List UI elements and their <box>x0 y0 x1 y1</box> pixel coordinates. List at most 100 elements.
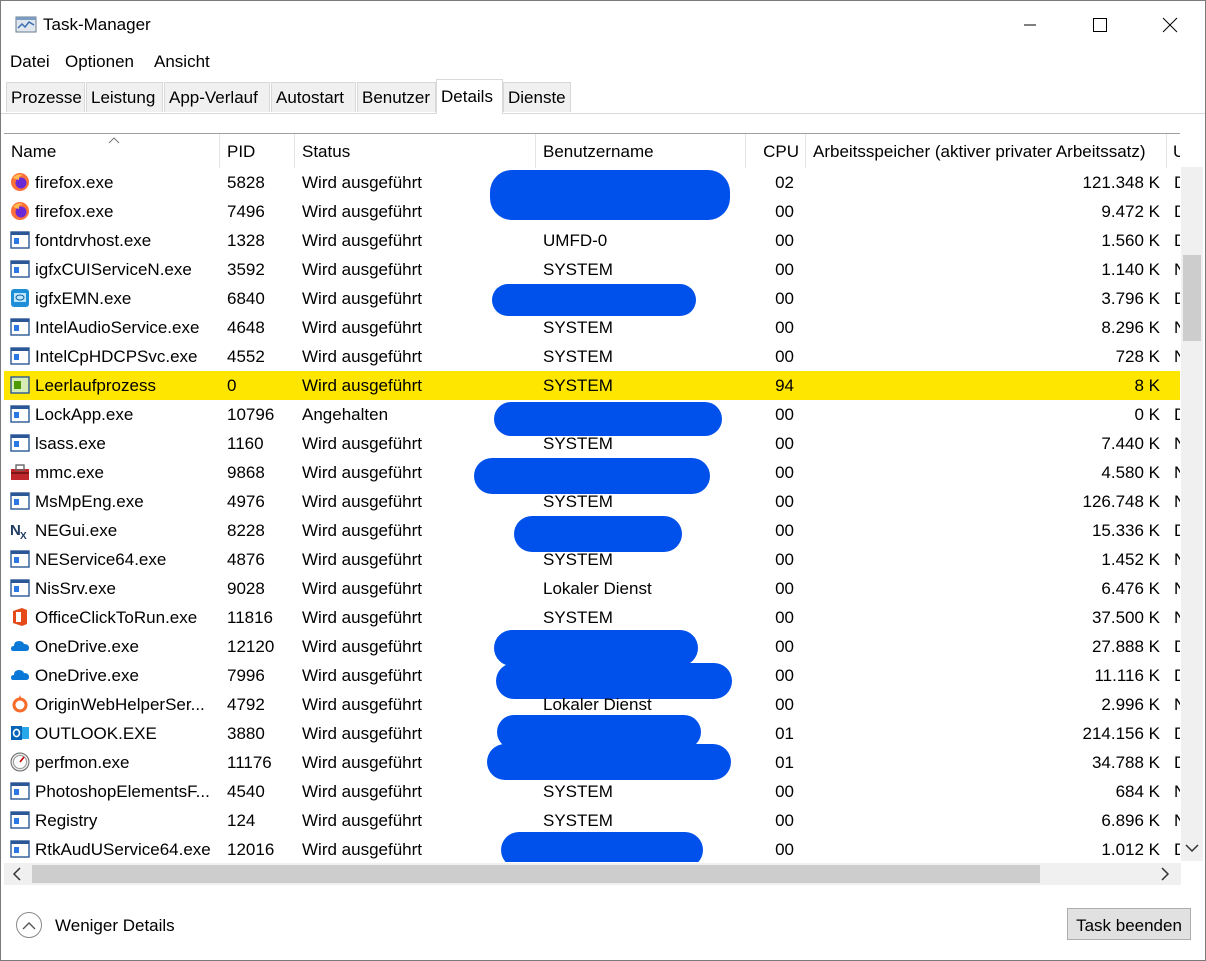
cell-cpu: 00 <box>775 811 794 830</box>
cell-extra: N <box>1174 690 1180 719</box>
menu-datei[interactable]: Datei <box>10 52 50 72</box>
cell-pid: 11176 <box>227 753 272 772</box>
cell-status: Wird ausgeführt <box>302 695 422 714</box>
maximize-icon <box>1093 18 1107 32</box>
fewer-details-link[interactable]: Weniger Details <box>55 916 175 936</box>
cell-extra: N <box>1174 545 1180 574</box>
cell-extra: D <box>1174 661 1180 690</box>
cell-pid: 3592 <box>227 260 265 279</box>
table-row[interactable]: OfficeClickToRun.exe 11816 Wird ausgeführt… <box>4 603 1180 632</box>
table-row[interactable]: MsMpEng.exe 4976 Wird ausgeführt SYSTEM 00 12… <box>4 487 1180 516</box>
table-row[interactable]: Registry 124 Wird ausgeführt SYSTEM 00 6.896 … <box>4 806 1180 835</box>
tab-app-verlauf[interactable]: App-Verlauf <box>164 82 270 112</box>
horizontal-scroll-thumb[interactable] <box>32 865 1040 883</box>
vertical-scrollbar[interactable] <box>1181 167 1203 861</box>
cell-user: SYSTEM <box>543 260 613 279</box>
process-table: Name PID Status Benutzername CPU Arbeits… <box>4 133 1180 862</box>
table-row[interactable]: Leerlaufprozess 0 Wird ausgeführt SYSTEM 94 8… <box>4 371 1180 400</box>
office-icon <box>13 608 27 626</box>
table-row[interactable]: IntelCpHDCPSvc.exe 4552 Wird ausgeführt SYS… <box>4 342 1180 371</box>
table-row[interactable]: NEService64.exe 4876 Wird ausgeführt SYSTEM… <box>4 545 1180 574</box>
menu-optionen[interactable]: Optionen <box>65 52 134 72</box>
column-header-arbeitsspeicher[interactable]: Arbeitsspeicher (aktiver privater Arbeit… <box>806 134 1167 168</box>
scroll-right-icon[interactable] <box>1160 867 1170 881</box>
cell-user: SYSTEM <box>543 550 613 569</box>
table-row[interactable]: fontdrvhost.exe 1328 Wird ausgeführt UMFD-0… <box>4 226 1180 255</box>
maximize-button[interactable] <box>1065 1 1135 49</box>
cell-name: MsMpEng.exe <box>35 492 144 511</box>
cell-pid: 7996 <box>227 666 265 685</box>
tab-leistung[interactable]: Leistung <box>86 82 163 112</box>
cell-user: Lokaler Dienst <box>543 579 652 598</box>
cell-cpu: 00 <box>775 521 794 540</box>
cell-name: NEGui.exe <box>35 521 118 540</box>
minimize-button[interactable] <box>995 1 1065 49</box>
column-header-pid[interactable]: PID <box>220 134 295 168</box>
end-task-button[interactable]: Task beenden <box>1067 908 1191 940</box>
cell-extra: N <box>1174 574 1180 603</box>
cell-mem: 4.580 K <box>1101 463 1160 482</box>
onedrive-icon <box>11 641 29 651</box>
tab-autostart[interactable]: Autostart <box>271 82 356 112</box>
cell-extra: N <box>1174 487 1180 516</box>
cell-user: SYSTEM <box>543 318 613 337</box>
horizontal-scrollbar[interactable] <box>4 863 1181 885</box>
tab-prozesse[interactable]: Prozesse <box>6 82 85 112</box>
app-window-icon <box>10 260 30 278</box>
scroll-down-icon[interactable] <box>1185 843 1199 853</box>
perfmon-icon <box>10 752 30 772</box>
cell-cpu: 00 <box>775 695 794 714</box>
table-row[interactable]: firefox.exe 7496 Wird ausgeführt 00 9.472 K D <box>4 197 1180 226</box>
close-button[interactable] <box>1135 1 1205 49</box>
table-row[interactable]: lsass.exe 1160 Wird ausgeführt SYSTEM 00 7.44… <box>4 429 1180 458</box>
column-header-benutzername[interactable]: Benutzername <box>536 134 746 168</box>
column-header-status[interactable]: Status <box>295 134 536 168</box>
cell-pid: 4976 <box>227 492 265 511</box>
cell-pid: 1160 <box>227 434 264 453</box>
svg-text:X: X <box>20 531 27 540</box>
tab-dienste[interactable]: Dienste <box>503 82 571 112</box>
cell-extra: N <box>1174 429 1180 458</box>
table-row[interactable]: igfxCUIServiceN.exe 3592 Wird ausgeführt SY… <box>4 255 1180 284</box>
redaction-mark <box>487 744 731 780</box>
cell-pid: 4792 <box>227 695 265 714</box>
cell-cpu: 00 <box>775 434 794 453</box>
cell-mem: 9.472 K <box>1101 202 1160 221</box>
table-row[interactable]: NisSrv.exe 9028 Wird ausgeführt Lokaler Die… <box>4 574 1180 603</box>
table-row[interactable]: IntelAudioService.exe 4648 Wird ausgeführt… <box>4 313 1180 342</box>
cell-extra: D <box>1174 197 1180 226</box>
cell-mem: 6.476 K <box>1101 579 1160 598</box>
cell-user: UMFD-0 <box>543 231 608 250</box>
firefox-icon <box>11 173 29 191</box>
outlook-icon <box>11 726 29 740</box>
cell-mem: 7.440 K <box>1101 434 1160 453</box>
cell-mem: 15.336 K <box>1091 521 1160 540</box>
cell-mem: 0 K <box>1134 405 1160 424</box>
title-bar[interactable]: Task-Manager <box>1 1 1205 49</box>
table-row[interactable]: PhotoshopElementsF... 4540 Wird ausgeführt… <box>4 777 1180 806</box>
cell-user: SYSTEM <box>543 782 613 801</box>
cell-user: SYSTEM <box>543 347 613 366</box>
cell-name: igfxCUIServiceN.exe <box>35 260 192 279</box>
column-header-name[interactable]: Name <box>4 134 220 168</box>
cell-extra: D <box>1174 719 1180 748</box>
cell-status: Wird ausgeführt <box>302 434 422 453</box>
cell-cpu: 00 <box>775 608 794 627</box>
cell-pid: 4552 <box>227 347 265 366</box>
tab-details[interactable]: Details <box>436 79 503 114</box>
column-header-more[interactable]: U <box>1167 134 1180 168</box>
tab-benutzer[interactable]: Benutzer <box>357 82 436 112</box>
menu-ansicht[interactable]: Ansicht <box>154 52 210 72</box>
idle-process-icon <box>10 376 30 394</box>
app-window-icon <box>10 811 30 829</box>
fewer-details-button[interactable] <box>16 912 42 938</box>
cell-user <box>543 197 743 226</box>
scroll-left-icon[interactable] <box>12 867 22 881</box>
task-manager-app-icon <box>15 16 37 33</box>
sort-ascending-icon <box>108 137 120 144</box>
cell-cpu: 00 <box>775 579 794 598</box>
cell-mem: 126.748 K <box>1082 492 1160 511</box>
app-window-icon <box>10 840 30 858</box>
column-header-cpu[interactable]: CPU <box>746 134 806 168</box>
vertical-scroll-thumb[interactable] <box>1183 255 1201 341</box>
